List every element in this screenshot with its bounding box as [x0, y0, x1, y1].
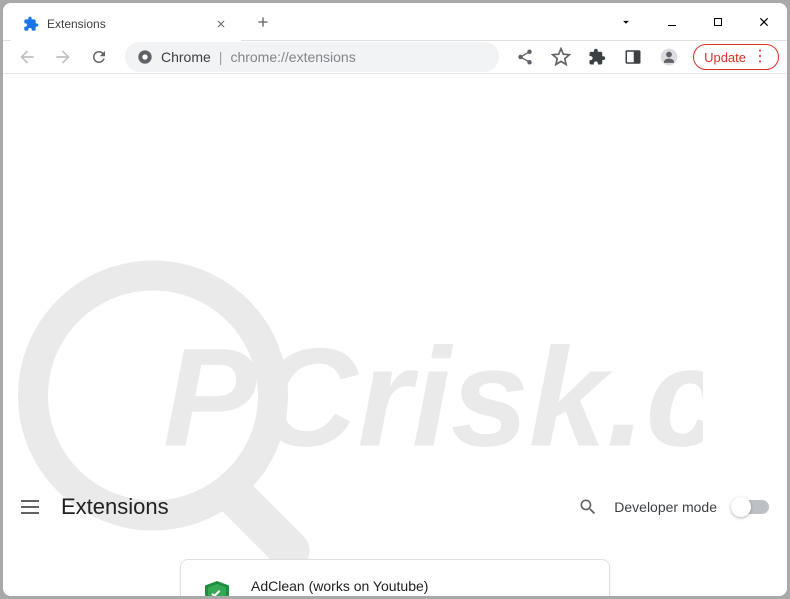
- address-bar[interactable]: Chrome | chrome://extensions: [125, 42, 499, 72]
- profile-avatar-icon[interactable]: [653, 41, 685, 73]
- chrome-logo-icon: [137, 49, 153, 65]
- tab-close-icon[interactable]: [213, 16, 229, 32]
- page-header: Extensions Developer mode: [3, 479, 787, 535]
- omnibox-divider: |: [219, 49, 223, 65]
- search-icon[interactable]: [578, 497, 598, 517]
- extensions-puzzle-icon: [23, 16, 39, 32]
- reload-button[interactable]: [83, 41, 115, 73]
- new-tab-button[interactable]: [249, 8, 277, 36]
- window-controls: [603, 3, 787, 41]
- update-button[interactable]: Update ⋮: [693, 44, 779, 70]
- developer-mode-toggle[interactable]: [733, 500, 769, 514]
- share-icon[interactable]: [509, 41, 541, 73]
- forward-button[interactable]: [47, 41, 79, 73]
- omnibox-url: chrome://extensions: [230, 49, 487, 65]
- developer-mode-label: Developer mode: [614, 499, 717, 515]
- browser-toolbar: Chrome | chrome://extensions Update ⋮: [3, 41, 787, 74]
- extension-shield-icon: [199, 578, 235, 596]
- extension-card: AdClean (works on Youtube) Removes all u…: [180, 559, 610, 596]
- extension-name: AdClean (works on Youtube): [251, 578, 591, 594]
- minimize-button[interactable]: [649, 3, 695, 41]
- back-button[interactable]: [11, 41, 43, 73]
- sidepanel-icon[interactable]: [617, 41, 649, 73]
- chrome-window: Extensions: [3, 3, 787, 596]
- watermark: PCrisk.com: [3, 196, 787, 597]
- update-label: Update: [704, 50, 746, 65]
- chevron-down-icon[interactable]: [603, 3, 649, 41]
- menu-dots-icon: ⋮: [752, 49, 768, 65]
- extensions-toolbar-icon[interactable]: [581, 41, 613, 73]
- close-window-button[interactable]: [741, 3, 787, 41]
- titlebar: Extensions: [3, 3, 787, 41]
- omnibox-prefix: Chrome: [161, 49, 211, 65]
- page-title: Extensions: [61, 494, 169, 520]
- page-content: PCrisk.com Extensions Developer mode: [3, 74, 787, 596]
- hamburger-menu-icon[interactable]: [21, 495, 45, 519]
- maximize-button[interactable]: [695, 3, 741, 41]
- browser-tab[interactable]: Extensions: [11, 7, 241, 41]
- svg-text:PCrisk.com: PCrisk.com: [163, 319, 703, 476]
- tab-title: Extensions: [47, 17, 205, 31]
- bookmark-star-icon[interactable]: [545, 41, 577, 73]
